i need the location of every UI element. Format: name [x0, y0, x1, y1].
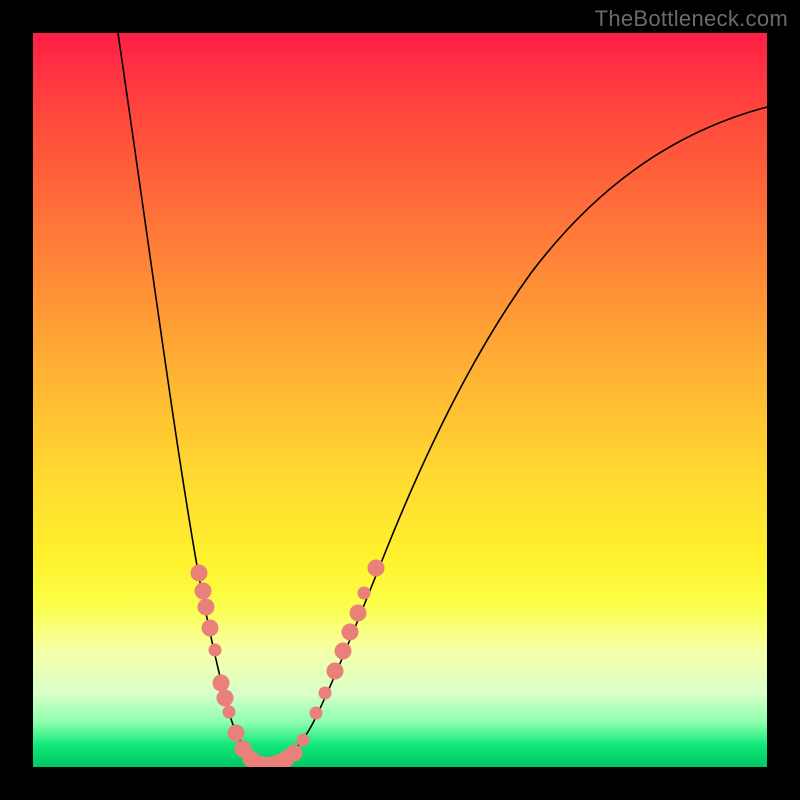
plot-area	[33, 33, 767, 767]
sample-dot	[319, 687, 332, 700]
sample-dot	[198, 599, 215, 616]
sample-dot	[368, 560, 385, 577]
sample-dot	[213, 675, 230, 692]
sample-dot	[358, 587, 371, 600]
sample-dot	[286, 745, 303, 762]
sample-dot	[195, 583, 212, 600]
sample-dot	[191, 565, 208, 582]
sample-dot	[310, 707, 323, 720]
watermark-text: TheBottleneck.com	[595, 6, 788, 32]
sample-dot	[342, 624, 359, 641]
sample-dot	[350, 605, 367, 622]
sample-dot	[335, 643, 352, 660]
chart-frame: TheBottleneck.com	[0, 0, 800, 800]
sample-dot	[228, 725, 245, 742]
sample-dot	[202, 620, 219, 637]
sample-dot	[223, 706, 236, 719]
sample-dot	[327, 663, 344, 680]
sample-dot	[209, 644, 222, 657]
curve-layer	[33, 33, 767, 767]
curve-left-branch	[118, 33, 265, 765]
sample-dot	[297, 734, 310, 747]
sample-dots-group	[191, 560, 385, 768]
sample-dot	[217, 690, 234, 707]
